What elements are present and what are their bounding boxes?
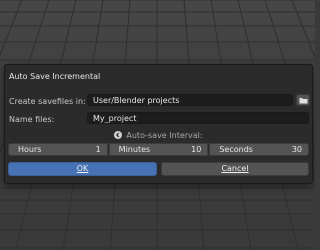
dialog-title: Auto Save Incremental: [9, 72, 101, 81]
name-files-field[interactable]: My_project: [87, 112, 309, 124]
interval-header: Auto-save Interval:: [5, 130, 312, 142]
name-files-label: Name files:: [9, 115, 55, 124]
seconds-value: 30: [291, 145, 303, 154]
minutes-spinner[interactable]: Minutes 10: [108, 143, 209, 156]
folder-icon: [299, 98, 308, 104]
ok-button[interactable]: OK: [8, 162, 157, 176]
cancel-label: Cancel: [221, 164, 249, 173]
interval-spinners: Hours 1 Minutes 10 Seconds 30: [8, 143, 310, 156]
browse-folder-button[interactable]: [296, 94, 310, 106]
ok-label: OK: [76, 164, 89, 173]
hours-label: Hours: [18, 145, 42, 154]
seconds-label: Seconds: [219, 145, 253, 154]
minutes-label: Minutes: [118, 145, 151, 154]
seconds-spinner[interactable]: Seconds 30: [209, 143, 310, 156]
cancel-button[interactable]: Cancel: [161, 162, 309, 176]
hours-value: 1: [95, 145, 101, 154]
interval-label: Auto-save Interval:: [126, 131, 203, 140]
savefiles-path-field[interactable]: User/Blender projects: [87, 94, 293, 106]
savefiles-label: Create savefiles in:: [9, 97, 86, 106]
minutes-value: 10: [191, 145, 202, 154]
auto-save-dialog: Auto Save Incremental Create savefiles i…: [4, 64, 313, 184]
3d-viewport[interactable]: Auto Save Incremental Create savefiles i…: [0, 0, 315, 250]
hours-spinner[interactable]: Hours 1: [8, 143, 108, 156]
info-icon: [114, 131, 123, 139]
